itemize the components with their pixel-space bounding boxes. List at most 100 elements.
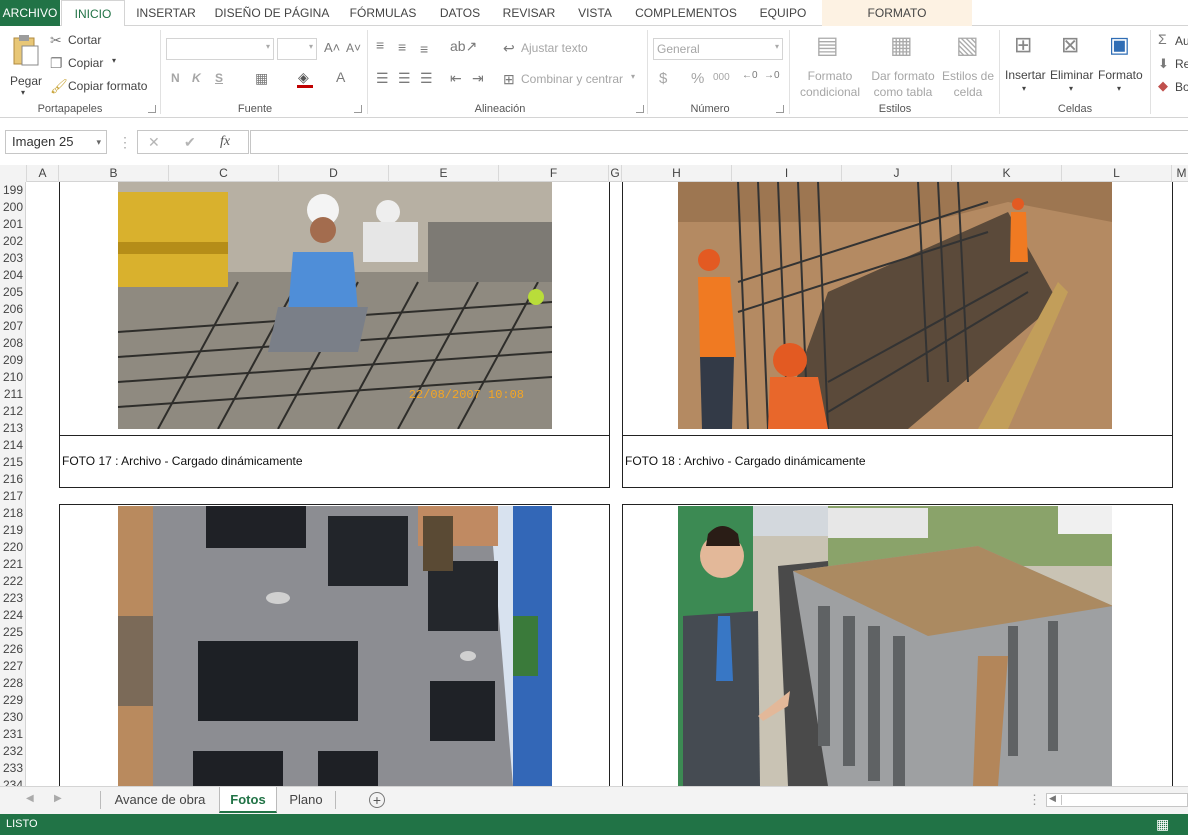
photo-18-image[interactable]	[678, 182, 1112, 429]
align-center-icon[interactable]: ☰	[398, 71, 411, 85]
tab-formulas[interactable]: FÓRMULAS	[342, 0, 424, 26]
photo-19-image[interactable]	[118, 506, 552, 786]
sheet-tab-fotos[interactable]: Fotos	[219, 787, 277, 813]
autosum-label[interactable]: Au	[1175, 34, 1188, 48]
row-header[interactable]: 205	[0, 284, 25, 301]
scrollbar-track[interactable]	[1061, 795, 1185, 805]
scroll-left-icon[interactable]: ◀	[26, 793, 34, 804]
orientation-icon[interactable]: ab↗	[450, 39, 477, 53]
row-header[interactable]: 231	[0, 726, 25, 743]
column-header[interactable]: H	[622, 165, 732, 182]
tab-formato-contextual[interactable]: FORMATO	[822, 0, 972, 26]
decrease-indent-icon[interactable]: ⇤	[450, 71, 462, 85]
fill-color-icon[interactable]: ◈	[298, 70, 309, 84]
column-header[interactable]: A	[27, 165, 59, 182]
name-box[interactable]: Imagen 25 ▾	[5, 130, 107, 154]
italic-button[interactable]: K	[192, 71, 201, 85]
column-header[interactable]: K	[952, 165, 1062, 182]
row-header[interactable]: 213	[0, 420, 25, 437]
tab-diseno-pagina[interactable]: DISEÑO DE PÁGINA	[210, 0, 334, 26]
row-header[interactable]: 230	[0, 709, 25, 726]
row-header[interactable]: 228	[0, 675, 25, 692]
photo-20-image[interactable]	[678, 506, 1112, 786]
tab-complementos[interactable]: COMPLEMENTOS	[628, 0, 744, 26]
copy-button[interactable]: ❐ Copiar ▾	[50, 55, 150, 73]
tab-insertar[interactable]: INSERTAR	[130, 0, 202, 26]
select-all-corner[interactable]	[0, 165, 27, 182]
font-color-icon[interactable]: A	[336, 70, 345, 84]
row-header[interactable]: 215	[0, 454, 25, 471]
row-header[interactable]: 201	[0, 216, 25, 233]
column-header[interactable]: B	[59, 165, 169, 182]
underline-button[interactable]: S	[215, 71, 223, 85]
cell-styles-button[interactable]: ▧ Estilos de celda	[940, 30, 996, 100]
eraser-icon[interactable]: ◆	[1158, 79, 1168, 92]
delete-cells-button[interactable]: ⊠ Eliminar ▾	[1049, 30, 1095, 100]
wrap-text-button[interactable]: ↩ Ajustar texto	[503, 40, 603, 58]
increase-indent-icon[interactable]: ⇥	[472, 71, 484, 85]
row-header[interactable]: 209	[0, 352, 25, 369]
worksheet-grid[interactable]: 22/08/2007 10:08 FOTO 17 : Archivo - Car…	[27, 182, 1188, 786]
align-top-icon[interactable]: ≡	[376, 38, 384, 52]
row-header[interactable]: 218	[0, 505, 25, 522]
tab-archivo[interactable]: ARCHIVO	[0, 0, 60, 26]
column-header[interactable]: F	[499, 165, 609, 182]
decrease-decimal-icon[interactable]: →0	[764, 71, 780, 81]
row-header[interactable]: 234	[0, 777, 25, 786]
clipboard-launcher-icon[interactable]	[148, 105, 156, 113]
row-header[interactable]: 216	[0, 471, 25, 488]
row-header[interactable]: 217	[0, 488, 25, 505]
row-header[interactable]: 212	[0, 403, 25, 420]
insert-function-icon[interactable]: fx	[220, 130, 230, 154]
row-header[interactable]: 222	[0, 573, 25, 590]
tab-revisar[interactable]: REVISAR	[497, 0, 561, 26]
column-header[interactable]: I	[732, 165, 842, 182]
row-header[interactable]: 199	[0, 182, 25, 199]
cancel-icon[interactable]: ✕	[148, 130, 160, 154]
autosum-icon[interactable]: Σ	[1158, 32, 1167, 46]
row-header[interactable]: 203	[0, 250, 25, 267]
row-header[interactable]: 227	[0, 658, 25, 675]
column-header[interactable]: C	[169, 165, 279, 182]
row-header[interactable]: 210	[0, 369, 25, 386]
align-left-icon[interactable]: ☰	[376, 71, 389, 85]
add-sheet-button[interactable]: +	[369, 792, 385, 808]
decrease-font-icon[interactable]: A˅	[346, 42, 361, 54]
fill-icon[interactable]: ⬇	[1158, 57, 1169, 70]
column-header[interactable]: J	[842, 165, 952, 182]
row-header[interactable]: 224	[0, 607, 25, 624]
font-name-select[interactable]: ▾	[166, 38, 274, 60]
row-header[interactable]: 211	[0, 386, 25, 403]
font-launcher-icon[interactable]	[354, 105, 362, 113]
row-header[interactable]: 225	[0, 624, 25, 641]
insert-cells-button[interactable]: ⊞ Insertar ▾	[1004, 30, 1048, 100]
photo-17-image[interactable]: 22/08/2007 10:08	[118, 182, 552, 429]
conditional-format-button[interactable]: ▤ Formato condicional	[794, 30, 866, 100]
alignment-launcher-icon[interactable]	[636, 105, 644, 113]
row-header[interactable]: 226	[0, 641, 25, 658]
row-header[interactable]: 202	[0, 233, 25, 250]
sheet-tab-plano[interactable]: Plano	[279, 787, 333, 813]
column-header[interactable]: D	[279, 165, 389, 182]
row-header[interactable]: 221	[0, 556, 25, 573]
check-icon[interactable]: ✔	[184, 130, 196, 154]
row-header[interactable]: 200	[0, 199, 25, 216]
tab-inicio[interactable]: INICIO	[61, 0, 125, 27]
column-header[interactable]: M	[1172, 165, 1188, 182]
tab-datos[interactable]: DATOS	[432, 0, 488, 26]
column-header[interactable]: G	[609, 165, 622, 182]
row-header[interactable]: 233	[0, 760, 25, 777]
format-painter-button[interactable]: 🖌 Copiar formato	[50, 78, 155, 96]
formula-input[interactable]	[250, 130, 1188, 154]
row-header[interactable]: 220	[0, 539, 25, 556]
fill-label[interactable]: Re	[1175, 57, 1188, 71]
borders-icon[interactable]: ▦	[255, 71, 268, 85]
row-header[interactable]: 223	[0, 590, 25, 607]
normal-view-icon[interactable]: ▦	[1156, 814, 1169, 835]
clear-label[interactable]: Bo	[1175, 80, 1188, 94]
merge-center-button[interactable]: ⊞ Combinar y centrar ▾	[503, 71, 643, 89]
currency-button[interactable]: $	[659, 70, 667, 87]
tab-equipo[interactable]: EQUIPO	[752, 0, 814, 26]
horizontal-scrollbar[interactable]: ◀	[1046, 793, 1188, 807]
increase-decimal-icon[interactable]: ←0	[742, 71, 758, 81]
